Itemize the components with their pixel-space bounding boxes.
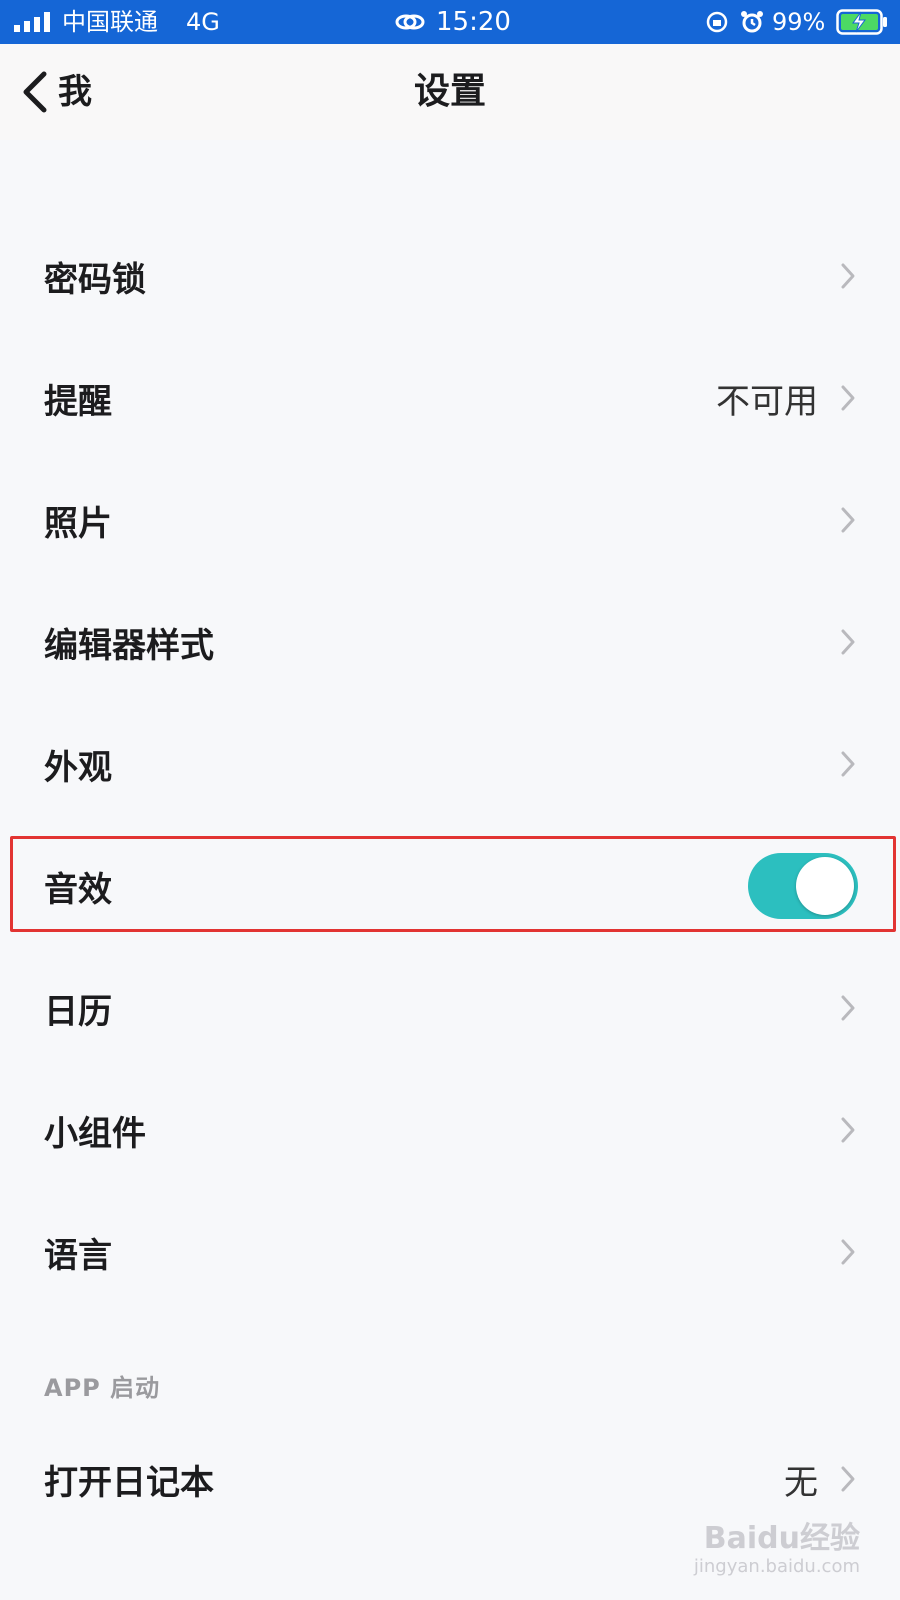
watermark-main: Baidu经验 [703,1521,860,1556]
battery-percent: 99% [772,8,826,36]
settings-row-calendar[interactable]: 日历 [0,947,900,1069]
chevron-right-icon [841,507,855,533]
settings-row-passcode-lock[interactable]: 密码锁 [0,215,900,337]
row-value: 无 [784,1462,818,1503]
chevron-right-icon [841,385,855,411]
baidu-watermark: Baidu经验 jingyan.baidu.com [694,1522,860,1578]
page-title: 设置 [413,71,486,112]
chevron-right-icon [841,1466,855,1492]
navigation-bar: 我 设置 [0,44,900,140]
settings-row-editor-style[interactable]: 编辑器样式 [0,581,900,703]
chevron-right-icon [841,263,855,289]
settings-row-language[interactable]: 语言 [0,1191,900,1313]
row-label: 提醒 [44,381,112,422]
watermark-sub: jingyan.baidu.com [693,1556,860,1577]
carrier-name: 中国联通 [62,8,158,36]
row-label: 语言 [44,1235,112,1276]
row-label: 日历 [44,991,112,1032]
settings-row-widgets[interactable]: 小组件 [0,1069,900,1191]
chevron-right-icon [841,995,855,1021]
chevron-right-icon [841,629,855,655]
alarm-icon [741,11,763,33]
row-label: 外观 [44,747,112,788]
settings-list: 密码锁 提醒 不可用 照片 编辑器样式 外观 音效 日历 小组件 语言 [0,215,900,1313]
row-label: 打开日记本 [44,1462,214,1503]
section-header-app-launch: APP 启动 [44,1374,161,1402]
highlight-box [10,836,896,932]
status-time: 15:20 [436,7,511,37]
row-label: 小组件 [44,1113,146,1154]
status-bar: 中国联通 4G 15:20 99% [0,0,900,44]
row-value: 不可用 [716,381,818,422]
chevron-right-icon [841,1239,855,1265]
row-label: 密码锁 [44,259,146,300]
link-icon [395,14,425,30]
row-label: 照片 [44,503,112,544]
signal-icon [14,12,50,32]
chevron-right-icon [841,751,855,777]
settings-row-photos[interactable]: 照片 [0,459,900,581]
row-label: 编辑器样式 [44,625,214,666]
chevron-right-icon [841,1117,855,1143]
settings-row-appearance[interactable]: 外观 [0,703,900,825]
settings-row-reminder[interactable]: 提醒 不可用 [0,337,900,459]
battery-charging-icon [836,9,887,35]
network-type: 4G [186,8,220,36]
rotation-lock-icon [706,11,728,33]
